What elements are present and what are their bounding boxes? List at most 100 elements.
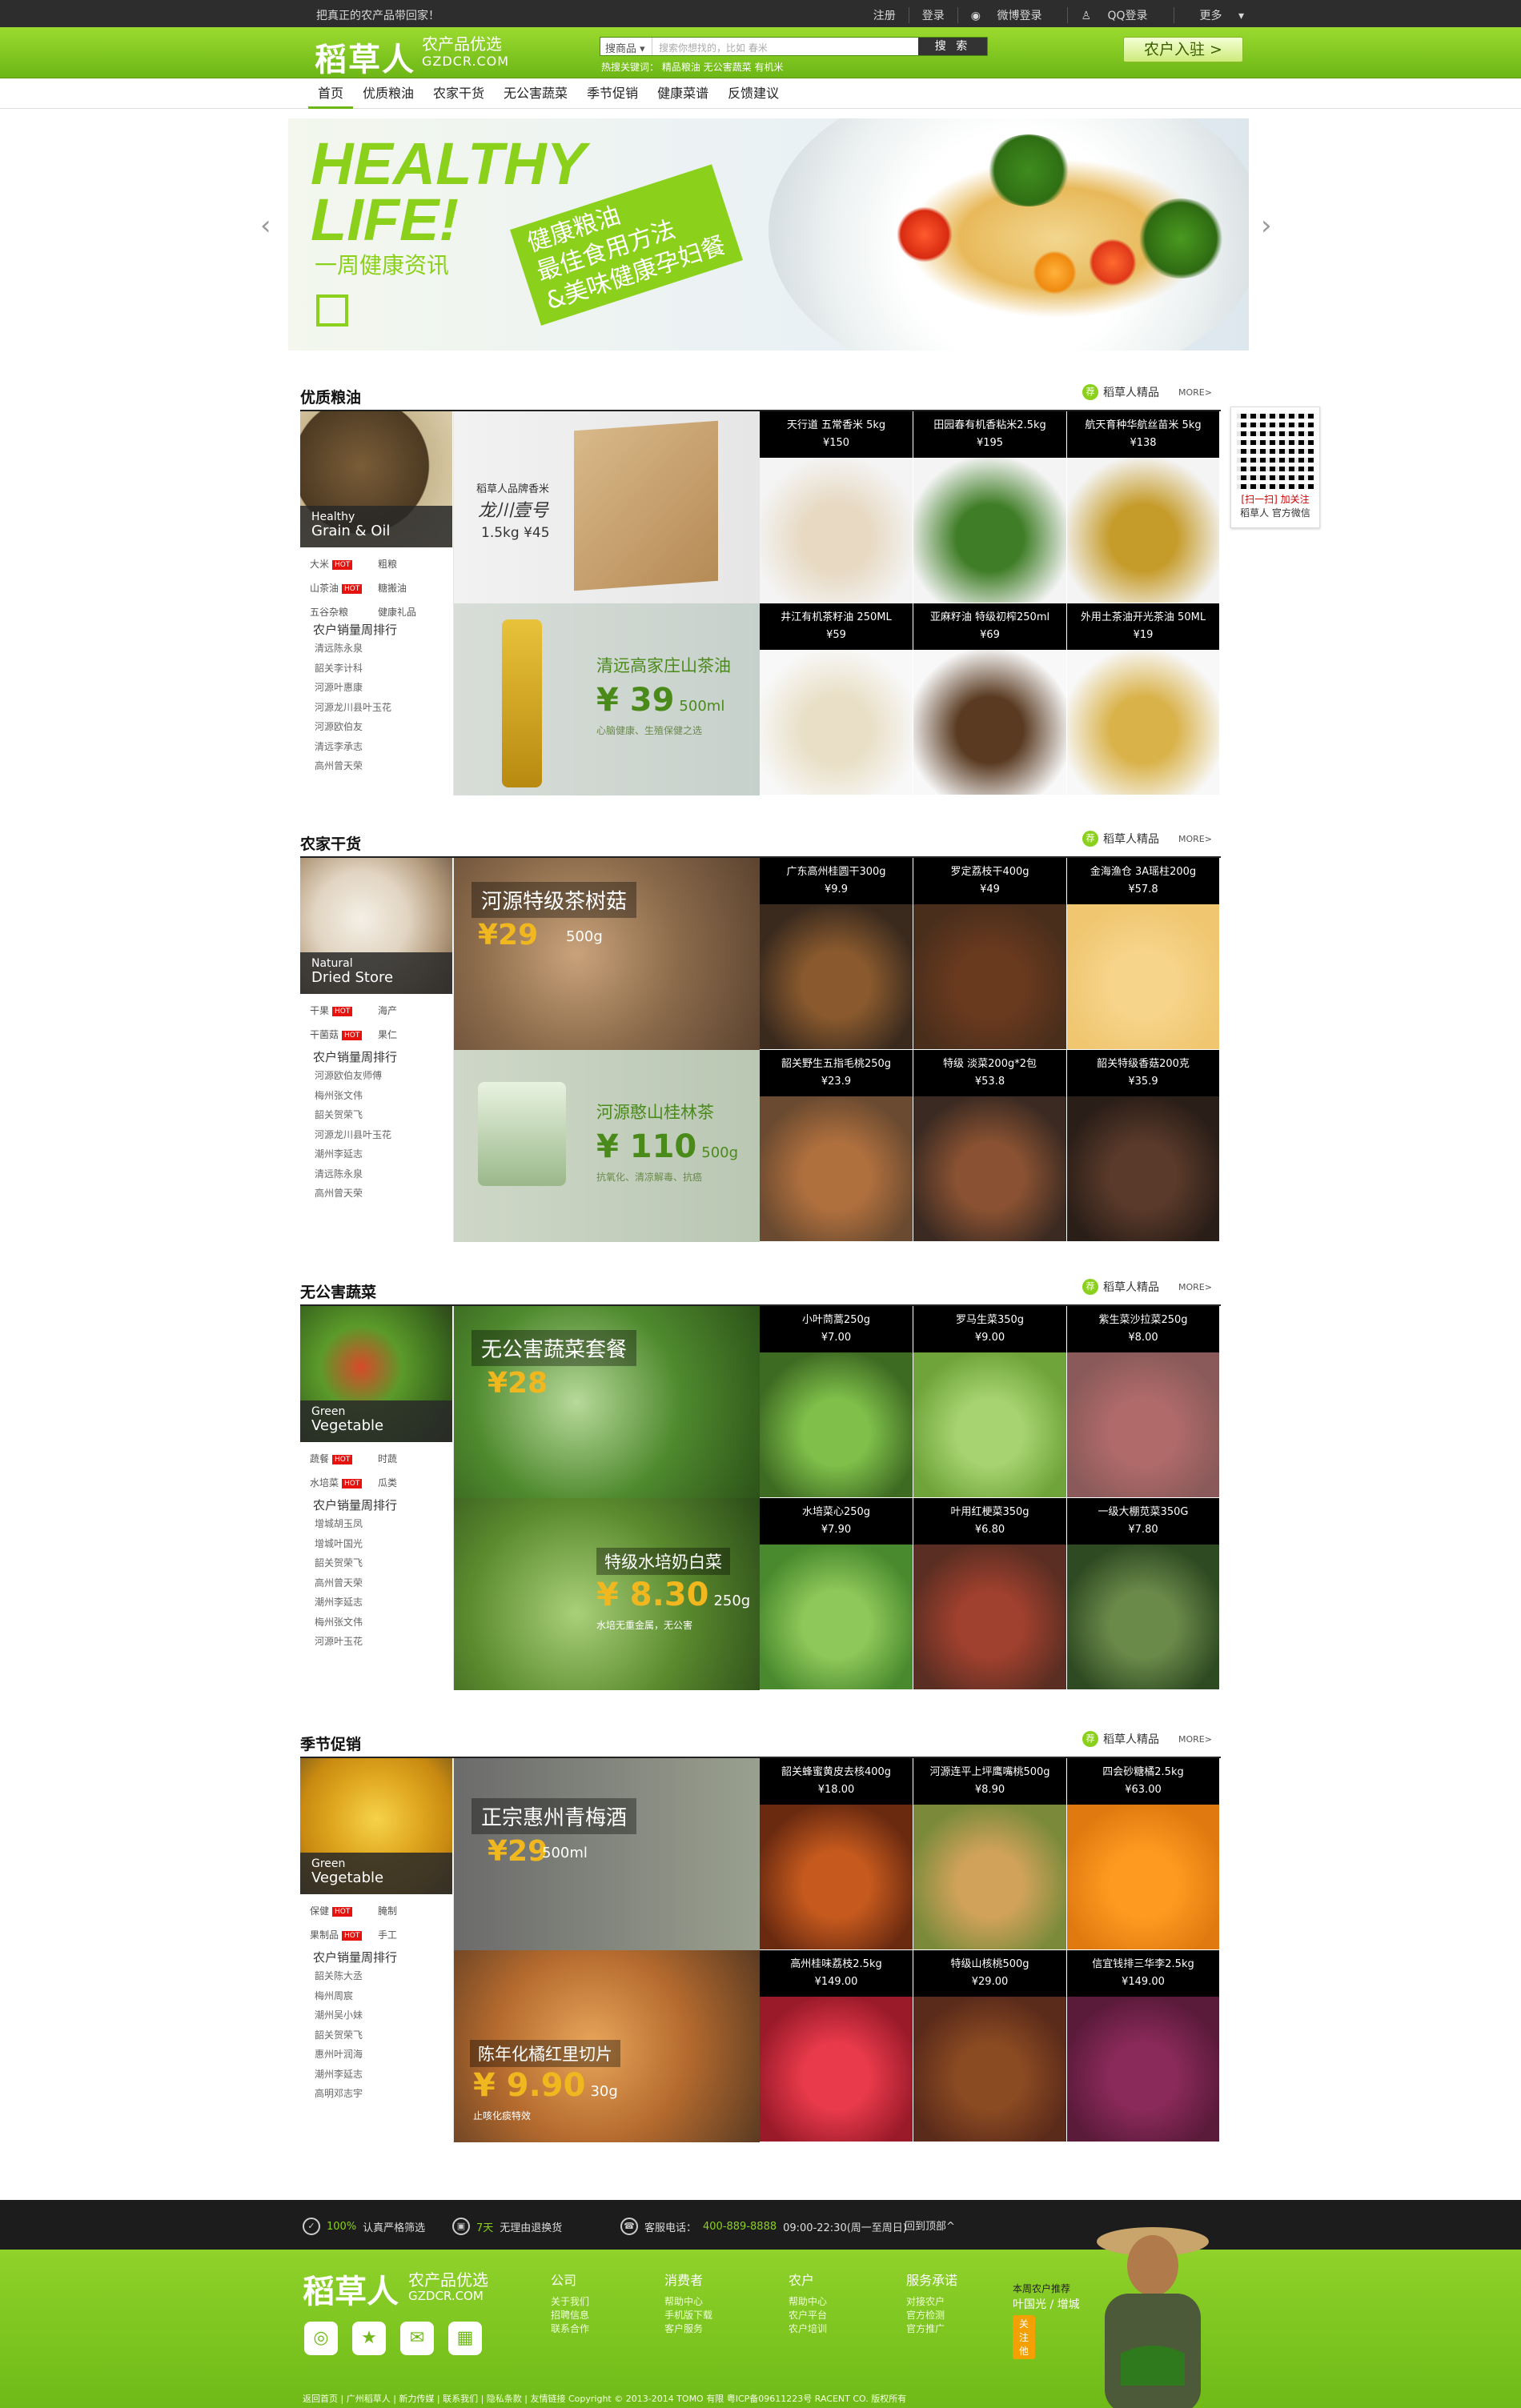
- nav-feedback[interactable]: 反馈建议: [718, 78, 789, 109]
- hero-banner[interactable]: HEALTHY LIFE! 一周健康资讯 健康粮油 最佳食用方法 &美味健康孕妇餐: [288, 118, 1249, 351]
- section-more-link[interactable]: MORE>: [1178, 387, 1212, 398]
- nav-vegetables[interactable]: 无公害蔬菜: [494, 78, 577, 109]
- product-card[interactable]: 特级山核桃500g ¥29.00: [913, 1950, 1067, 2142]
- rank-item[interactable]: 潮州李延志: [315, 1593, 363, 1613]
- site-logo[interactable]: 稻草人: [315, 34, 415, 80]
- product-card[interactable]: 田园春有机香粘米2.5kg ¥195: [913, 411, 1067, 603]
- product-card[interactable]: 叶用红梗菜350g ¥6.80: [913, 1498, 1067, 1690]
- rank-item[interactable]: 高州曾天荣: [315, 1184, 391, 1204]
- rank-item[interactable]: 清远陈永泉: [315, 639, 391, 659]
- favorite-star-icon[interactable]: ★: [352, 2322, 386, 2355]
- nav-seasonal[interactable]: 季节促销: [577, 78, 648, 109]
- category-tag[interactable]: 蔬餐 HOT: [310, 1452, 378, 1465]
- nav-recipes[interactable]: 健康菜谱: [648, 78, 718, 109]
- rank-item[interactable]: 增城叶国光: [315, 1534, 363, 1554]
- nav-grain-oil[interactable]: 优质粮油: [353, 78, 423, 109]
- featured-product[interactable]: 特级水培奶白菜 ¥ 8.30 250g 水培无重金属，无公害: [454, 1498, 760, 1690]
- category-image[interactable]: Natural Dried Store: [300, 858, 452, 994]
- search-button[interactable]: 搜 索: [918, 38, 987, 55]
- product-card[interactable]: 外用土茶油开光茶油 50ML ¥19: [1067, 603, 1220, 795]
- rank-item[interactable]: 高州曾天荣: [315, 756, 391, 776]
- rank-item[interactable]: 韶关贺荣飞: [315, 1553, 363, 1573]
- rank-item[interactable]: 潮州吴小妹: [315, 2005, 363, 2025]
- category-image[interactable]: Healthy Grain & Oil: [300, 411, 452, 547]
- footer-logo[interactable]: 稻草人: [303, 2266, 399, 2312]
- rank-item[interactable]: 河源欧伯友师傅: [315, 1066, 391, 1086]
- product-card[interactable]: 金海渔仓 3A瑶柱200g ¥57.8: [1067, 858, 1220, 1050]
- rank-item[interactable]: 梅州张文伟: [315, 1086, 391, 1106]
- more-menu[interactable]: 更多 ▾: [1173, 7, 1257, 23]
- product-card[interactable]: 广东高州桂圆干300g ¥9.9: [760, 858, 913, 1050]
- wechat-qr-panel[interactable]: [扫一扫] 加关注 稻草人 官方微信: [1230, 407, 1320, 528]
- register-link[interactable]: 注册: [861, 7, 909, 23]
- rank-item[interactable]: 梅州周宸: [315, 1986, 363, 2006]
- category-tag[interactable]: 五谷杂粮: [310, 605, 378, 619]
- section-badge[interactable]: 荐稻草人精品: [1082, 1731, 1159, 1747]
- rank-item[interactable]: 韶关贺荣飞: [315, 2025, 363, 2045]
- footer-link[interactable]: 客户服务: [664, 2322, 712, 2336]
- follow-farmer-button[interactable]: 关注他: [1013, 2315, 1036, 2359]
- weibo-login-link[interactable]: ◉ 微博登录: [957, 7, 1068, 23]
- product-card[interactable]: 一级大棚苋菜350G ¥7.80: [1067, 1498, 1220, 1690]
- product-card[interactable]: 井江有机茶籽油 250ML ¥59: [760, 603, 913, 795]
- category-tag[interactable]: 糖搬油: [378, 581, 446, 595]
- rank-item[interactable]: 韶关贺荣飞: [315, 1105, 391, 1125]
- qq-login-link[interactable]: ♙ QQ登录: [1067, 7, 1173, 23]
- product-card[interactable]: 信宜钱排三华李2.5kg ¥149.00: [1067, 1950, 1220, 2142]
- featured-product[interactable]: 陈年化橘红里切片 ¥ 9.90 30g 止咳化痰特效: [454, 1950, 760, 2142]
- footer-link[interactable]: 帮助中心: [789, 2295, 827, 2309]
- rank-item[interactable]: 清远陈永泉: [315, 1164, 391, 1184]
- category-tag[interactable]: 海产: [378, 1004, 446, 1017]
- footer-link[interactable]: 关于我们: [551, 2295, 589, 2309]
- product-card[interactable]: 亚麻籽油 特级初榨250ml ¥69: [913, 603, 1067, 795]
- product-card[interactable]: 小叶茼蒿250g ¥7.00: [760, 1306, 913, 1498]
- footer-link[interactable]: 农户平台: [789, 2309, 827, 2322]
- product-card[interactable]: 四会砂糖橘2.5kg ¥63.00: [1067, 1758, 1220, 1950]
- category-image[interactable]: Green Vegetable: [300, 1758, 452, 1894]
- featured-product[interactable]: 清远高家庄山茶油 ¥ 39 500ml 心脑健康、生殖保健之选: [454, 603, 760, 795]
- footer-link[interactable]: 招聘信息: [551, 2309, 589, 2322]
- rank-item[interactable]: 韶关陈大丞: [315, 1966, 363, 1986]
- section-more-link[interactable]: MORE>: [1178, 834, 1212, 844]
- weibo-icon[interactable]: ◎: [304, 2322, 338, 2355]
- featured-product[interactable]: 无公害蔬菜套餐 ¥28: [454, 1306, 760, 1498]
- featured-product[interactable]: 稻草人品牌香米 龙川壹号 1.5kg ¥45: [454, 411, 760, 603]
- rank-item[interactable]: 清远李承志: [315, 737, 391, 757]
- category-tag[interactable]: 干果 HOT: [310, 1004, 378, 1017]
- footer-link[interactable]: 手机版下载: [664, 2309, 712, 2322]
- qr-small-icon[interactable]: ▦: [448, 2322, 482, 2355]
- rank-item[interactable]: 潮州李延志: [315, 1144, 391, 1164]
- product-card[interactable]: 韶关野生五指毛桃250g ¥23.9: [760, 1050, 913, 1242]
- category-tag[interactable]: 粗粮: [378, 557, 446, 571]
- category-tag[interactable]: 保健 HOT: [310, 1904, 378, 1917]
- wechat-icon[interactable]: ✉: [400, 2322, 434, 2355]
- category-tag[interactable]: 健康礼品: [378, 605, 446, 619]
- product-card[interactable]: 水培菜心250g ¥7.90: [760, 1498, 913, 1690]
- category-tag[interactable]: 干菌菇 HOT: [310, 1028, 378, 1041]
- product-card[interactable]: 特级 淡菜200g*2包 ¥53.8: [913, 1050, 1067, 1242]
- rank-item[interactable]: 惠州叶润海: [315, 2045, 363, 2065]
- footer-link[interactable]: 官方推广: [906, 2322, 957, 2336]
- footer-link[interactable]: 帮助中心: [664, 2295, 712, 2309]
- product-card[interactable]: 韶关特级香菇200克 ¥35.9: [1067, 1050, 1220, 1242]
- search-input[interactable]: 搜索你想找的，比如 春米: [652, 38, 918, 55]
- farmer-join-button[interactable]: 农户入驻 >: [1123, 37, 1243, 62]
- banner-prev-arrow-icon[interactable]: ‹: [260, 210, 271, 242]
- rank-item[interactable]: 高明邓志宇: [315, 2084, 363, 2104]
- featured-product[interactable]: 正宗惠州青梅酒 ¥29 500ml: [454, 1758, 760, 1950]
- product-card[interactable]: 航天育种华航丝苗米 5kg ¥138: [1067, 411, 1220, 603]
- rank-item[interactable]: 河源叶惠康: [315, 678, 391, 698]
- product-card[interactable]: 罗定荔枝干400g ¥49: [913, 858, 1067, 1050]
- rank-item[interactable]: 河源欧伯友: [315, 717, 391, 737]
- section-more-link[interactable]: MORE>: [1178, 1734, 1212, 1745]
- category-tag[interactable]: 时蔬: [378, 1452, 446, 1465]
- section-more-link[interactable]: MORE>: [1178, 1282, 1212, 1292]
- footer-link[interactable]: 对接农户: [906, 2295, 957, 2309]
- product-card[interactable]: 天行道 五常香米 5kg ¥150: [760, 411, 913, 603]
- rank-item[interactable]: 增城胡玉凤: [315, 1514, 363, 1534]
- section-badge[interactable]: 荐稻草人精品: [1082, 384, 1159, 400]
- rank-item[interactable]: 河源叶玉花: [315, 1632, 363, 1652]
- footer-link[interactable]: 联系合作: [551, 2322, 589, 2336]
- category-tag[interactable]: 水培菜 HOT: [310, 1476, 378, 1489]
- category-tag[interactable]: 果制品 HOT: [310, 1928, 378, 1941]
